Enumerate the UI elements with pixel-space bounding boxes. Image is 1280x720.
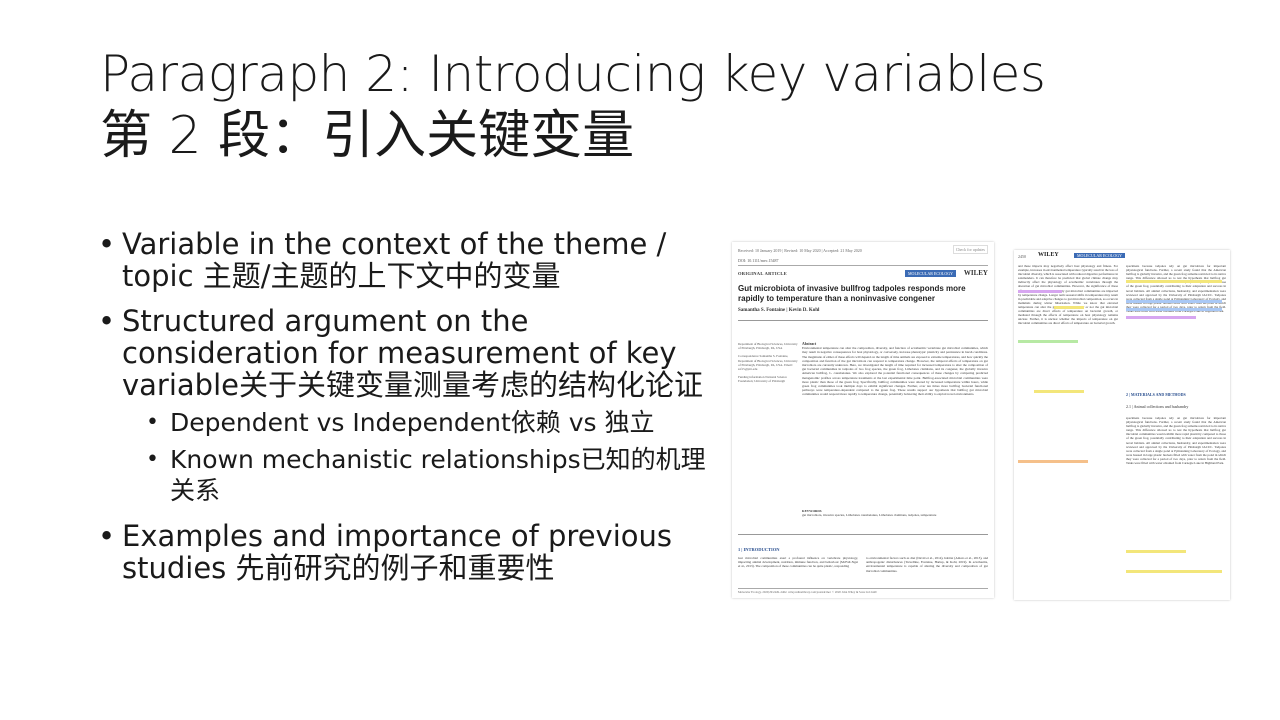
abstract-text: Environmental temperature can alter the … bbox=[802, 346, 988, 397]
page2-column-2-text: specimens because tadpoles rely on gut m… bbox=[1126, 264, 1226, 314]
article-type: ORIGINAL ARTICLE bbox=[738, 271, 788, 276]
highlight-mark bbox=[1126, 570, 1222, 573]
paper-page-2-image: 2450 WILEY MOLECULAR ECOLOGY and these i… bbox=[1014, 250, 1230, 600]
check-for-updates-badge: Check for updates bbox=[952, 245, 988, 254]
highlight-mark bbox=[1054, 306, 1084, 309]
publisher-logo: WILEY bbox=[1038, 252, 1059, 258]
journal-badge: MOLECULAR ECOLOGY bbox=[905, 270, 956, 277]
paper-dates: Received: 10 January 2019 | Revised: 10 … bbox=[738, 248, 862, 253]
divider bbox=[738, 320, 988, 321]
highlight-mark bbox=[1126, 316, 1196, 319]
paper-doi: DOI: 10.1111/mec.15487 bbox=[738, 258, 988, 266]
highlight-mark bbox=[1126, 550, 1186, 553]
paper-affiliation: Department of Biological Sciences, Unive… bbox=[738, 342, 798, 384]
bullet-item: Structured argument on the consideration… bbox=[98, 305, 708, 401]
highlight-mark bbox=[1018, 340, 1078, 343]
funding-text: Funding information National Science Fou… bbox=[738, 375, 787, 384]
paper-authors: Samantha S. Fontaine | Kevin D. Kohl bbox=[738, 308, 820, 313]
methods-subheading: 2.1 | Animal collections and husbandry bbox=[1126, 404, 1189, 409]
intro-column-2: to environmental factors such as diet (D… bbox=[866, 556, 988, 573]
publisher-logo: WILEY bbox=[963, 269, 988, 277]
highlight-mark bbox=[1018, 290, 1062, 293]
paper-keywords: KEYWORDS gut microbiota, invasive specie… bbox=[802, 509, 988, 517]
affiliation-text: Department of Biological Sciences, Unive… bbox=[738, 342, 798, 351]
highlight-mark bbox=[1126, 300, 1222, 303]
journal-badge: MOLECULAR ECOLOGY bbox=[1074, 253, 1125, 258]
correspondence-text: Correspondence Samantha S. Fontaine, Dep… bbox=[738, 354, 798, 372]
paper-abstract: Abstract Environmental temperature can a… bbox=[802, 342, 988, 397]
slide-title: Paragraph 2: Introducing key variables 第… bbox=[100, 44, 1200, 168]
intro-heading: 1 | INTRODUCTION bbox=[738, 547, 780, 552]
title-english: Paragraph 2: Introducing key variables bbox=[100, 45, 1046, 103]
page2-column-2-lower: specimens because tadpoles rely on gut m… bbox=[1126, 416, 1226, 596]
highlight-mark bbox=[1034, 390, 1084, 393]
page2-column-1-text: and these impacts may negatively affect … bbox=[1018, 264, 1118, 326]
highlight-mark bbox=[1126, 280, 1222, 283]
bullet-list: Variable in the context of the theme / t… bbox=[98, 228, 708, 597]
keywords-text: gut microbiota, invasive species, Lithob… bbox=[802, 513, 937, 518]
sub-bullet-item: Known mechanistic relationships已知的机理关系 bbox=[98, 444, 708, 506]
paper-footer: Molecular Ecology. 2020;29:2449–2462. wi… bbox=[738, 588, 988, 594]
bullet-item: Variable in the context of the theme / t… bbox=[98, 228, 708, 292]
bullet-item: Examples and importance of previous stud… bbox=[98, 520, 708, 584]
intro-column-1: Gut microbial communities exert a profou… bbox=[738, 556, 858, 569]
methods-heading: 2 | MATERIALS AND METHODS bbox=[1126, 392, 1186, 397]
divider bbox=[738, 534, 988, 535]
sub-bullet-item: Dependent vs Independent依赖 vs 独立 bbox=[98, 407, 708, 438]
paper-page-1-image: Received: 10 January 2019 | Revised: 10 … bbox=[732, 242, 994, 598]
highlight-mark bbox=[1018, 460, 1088, 463]
page2-column-1: and these impacts may negatively affect … bbox=[1018, 264, 1118, 594]
page2-column-2-lower-text: specimens because tadpoles rely on gut m… bbox=[1126, 416, 1226, 466]
title-chinese: 第 2 段：引入关键变量 bbox=[100, 106, 635, 166]
highlight-mark bbox=[1126, 308, 1222, 311]
paper-title: Gut microbiota of invasive bullfrog tadp… bbox=[738, 284, 966, 303]
